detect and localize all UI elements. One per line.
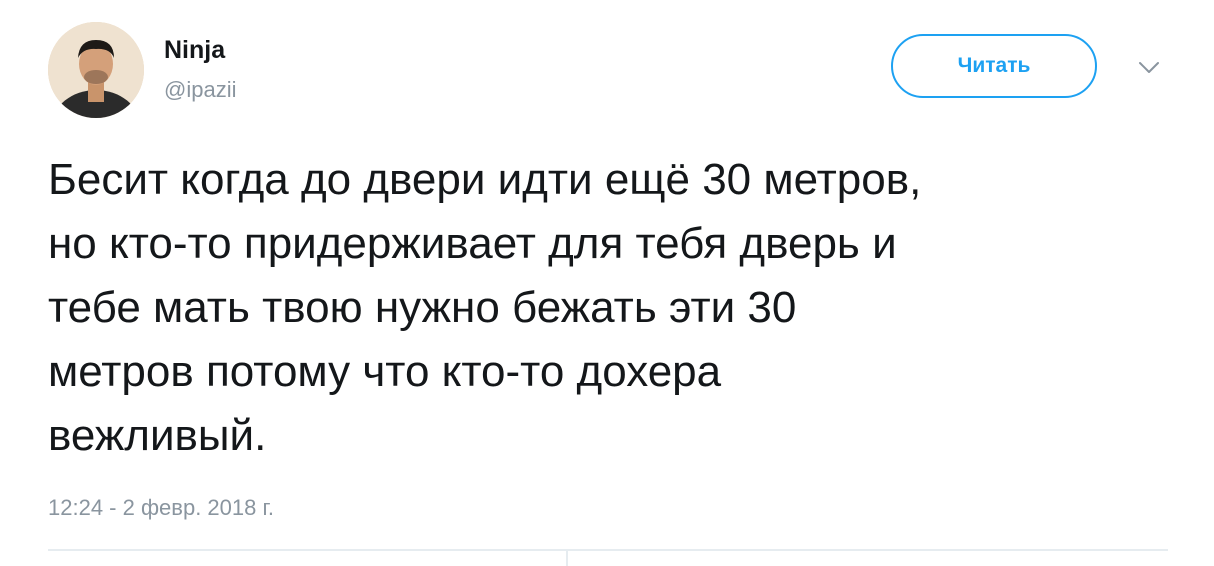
tweet-text-line: метров потому что кто-то дохера (48, 347, 722, 396)
avatar[interactable] (48, 22, 144, 118)
tweet-text-line: тебе мать твою нужно бежать эти 30 (48, 283, 797, 332)
tweet-text-line: вежливый. (48, 411, 267, 460)
tweet-timestamp[interactable]: 12:24 - 2 февр. 2018 г. (48, 494, 274, 522)
user-handle[interactable]: @ipazii (164, 77, 236, 103)
tweet-text: Бесит когда до двери идти ещё 30 метров,… (48, 148, 1168, 468)
divider-separator (566, 551, 568, 566)
tweet-text-line: Бесит когда до двери идти ещё 30 метров, (48, 155, 922, 204)
display-name[interactable]: Ninja (164, 35, 225, 65)
tweet-text-line: но кто-то придерживает для тебя дверь и (48, 219, 897, 268)
tweet-card: Ninja @ipazii Читать Бесит когда до двер… (0, 0, 1214, 566)
chevron-down-icon[interactable] (1138, 60, 1160, 76)
avatar-photo-icon (48, 22, 144, 118)
divider (48, 549, 1168, 551)
follow-button[interactable]: Читать (891, 34, 1097, 98)
